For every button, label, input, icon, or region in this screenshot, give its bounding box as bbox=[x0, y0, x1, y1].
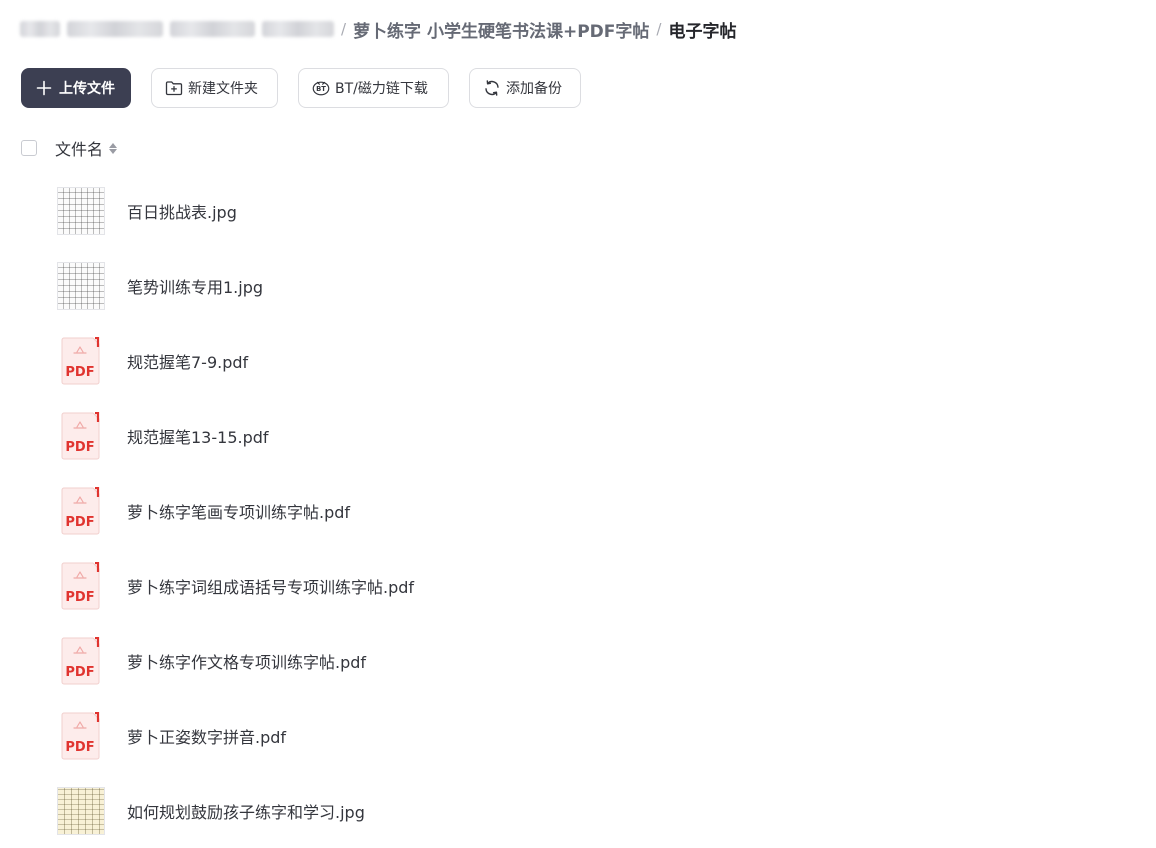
pdf-icon-label: PDF bbox=[65, 590, 94, 605]
breadcrumb-item-obscured[interactable] bbox=[20, 21, 60, 37]
file-name[interactable]: 萝卜练字笔画专项训练字帖.pdf bbox=[127, 499, 350, 523]
file-row[interactable]: PDF 萝卜练字词组成语括号专项训练字帖.pdf bbox=[56, 548, 1136, 623]
upload-file-button[interactable]: 上传文件 bbox=[21, 68, 131, 108]
file-name[interactable]: 规范握笔13-15.pdf bbox=[127, 424, 269, 448]
file-name[interactable]: 萝卜正姿数字拼音.pdf bbox=[127, 724, 286, 748]
pdf-file-icon: PDF bbox=[56, 561, 106, 611]
file-row[interactable]: 笔势训练专用1.jpg bbox=[56, 248, 1136, 323]
file-row[interactable]: PDF 萝卜正姿数字拼音.pdf bbox=[56, 698, 1136, 773]
pdf-icon-label: PDF bbox=[65, 440, 94, 455]
file-list: 百日挑战表.jpg 笔势训练专用1.jpg PDF 规范握笔7-9.pdf PD… bbox=[56, 173, 1136, 848]
breadcrumb: / 萝卜练字 小学生硬笔书法课+PDF字帖 / 电子字帖 bbox=[20, 16, 743, 42]
image-thumbnail bbox=[56, 786, 106, 836]
file-name[interactable]: 如何规划鼓励孩子练字和学习.jpg bbox=[127, 799, 365, 823]
add-backup-label: 添加备份 bbox=[506, 81, 562, 97]
plus-icon bbox=[35, 79, 53, 97]
file-name[interactable]: 规范握笔7-9.pdf bbox=[127, 349, 248, 373]
file-name[interactable]: 百日挑战表.jpg bbox=[127, 199, 237, 223]
pdf-icon-label: PDF bbox=[65, 365, 94, 380]
toolbar: 上传文件 新建文件夹 BT BT/磁力链下载 添加备份 bbox=[21, 68, 581, 108]
breadcrumb-current: 电子字帖 bbox=[668, 21, 737, 42]
image-thumbnail bbox=[56, 261, 106, 311]
bt-icon: BT bbox=[312, 79, 330, 97]
select-all-checkbox[interactable] bbox=[21, 140, 37, 156]
breadcrumb-item-parent[interactable]: 萝卜练字 小学生硬笔书法课+PDF字帖 bbox=[353, 17, 649, 42]
pdf-file-icon: PDF bbox=[56, 711, 106, 761]
file-row[interactable]: PDF 规范握笔13-15.pdf bbox=[56, 398, 1136, 473]
sync-icon bbox=[483, 79, 501, 97]
pdf-icon-label: PDF bbox=[65, 515, 94, 530]
pdf-file-icon: PDF bbox=[56, 336, 106, 386]
file-row[interactable]: 如何规划鼓励孩子练字和学习.jpg bbox=[56, 773, 1136, 848]
file-name[interactable]: 萝卜练字作文格专项训练字帖.pdf bbox=[127, 649, 366, 673]
bt-magnet-download-label: BT/磁力链下载 bbox=[335, 81, 428, 97]
breadcrumb-item-obscured[interactable] bbox=[170, 21, 255, 37]
sort-icon[interactable] bbox=[109, 142, 118, 154]
pdf-file-icon: PDF bbox=[56, 636, 106, 686]
file-row[interactable]: 百日挑战表.jpg bbox=[56, 173, 1136, 248]
column-header-filename[interactable]: 文件名 bbox=[55, 136, 103, 160]
new-folder-button[interactable]: 新建文件夹 bbox=[151, 68, 278, 108]
bt-icon-text: BT bbox=[316, 85, 326, 93]
file-list-header: 文件名 bbox=[21, 136, 118, 160]
pdf-file-icon: PDF bbox=[56, 411, 106, 461]
file-row[interactable]: PDF 规范握笔7-9.pdf bbox=[56, 323, 1136, 398]
pdf-file-icon: PDF bbox=[56, 486, 106, 536]
image-thumbnail bbox=[56, 186, 106, 236]
upload-file-label: 上传文件 bbox=[59, 81, 115, 97]
file-row[interactable]: PDF 萝卜练字笔画专项训练字帖.pdf bbox=[56, 473, 1136, 548]
pdf-icon-label: PDF bbox=[65, 665, 94, 680]
breadcrumb-separator: / bbox=[656, 20, 662, 38]
bt-magnet-download-button[interactable]: BT BT/磁力链下载 bbox=[298, 68, 449, 108]
file-name[interactable]: 萝卜练字词组成语括号专项训练字帖.pdf bbox=[127, 574, 414, 598]
add-backup-button[interactable]: 添加备份 bbox=[469, 68, 581, 108]
new-folder-label: 新建文件夹 bbox=[188, 81, 258, 97]
folder-plus-icon bbox=[165, 79, 183, 97]
file-row[interactable]: PDF 萝卜练字作文格专项训练字帖.pdf bbox=[56, 623, 1136, 698]
pdf-icon-label: PDF bbox=[65, 740, 94, 755]
file-name[interactable]: 笔势训练专用1.jpg bbox=[127, 274, 263, 298]
breadcrumb-item-obscured[interactable] bbox=[262, 21, 334, 37]
breadcrumb-item-obscured[interactable] bbox=[67, 21, 163, 37]
breadcrumb-separator: / bbox=[341, 20, 347, 38]
